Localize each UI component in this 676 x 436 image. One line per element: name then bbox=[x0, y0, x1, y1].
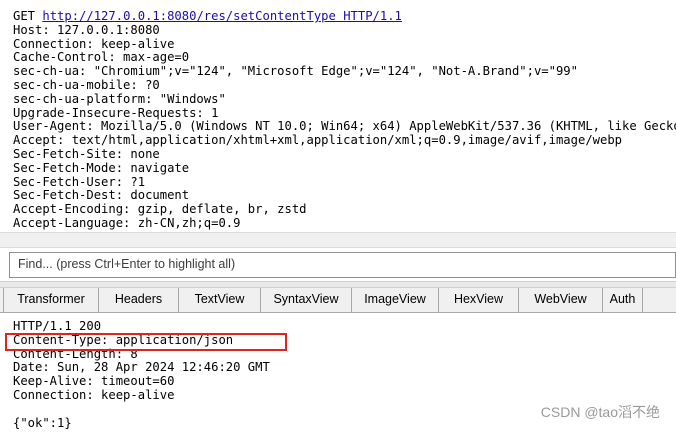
request-line: Sec-Fetch-Mode: navigate bbox=[13, 160, 190, 175]
request-line: Accept-Encoding: gzip, deflate, br, zstd bbox=[13, 202, 307, 217]
request-line: User-Agent: Mozilla/5.0 (Windows NT 10.0… bbox=[13, 119, 676, 134]
request-line: Cache-Control: max-age=0 bbox=[13, 50, 190, 65]
tab-imageview[interactable]: ImageView bbox=[352, 288, 439, 312]
request-line: Sec-Fetch-Site: none bbox=[13, 146, 160, 161]
request-line: Accept: text/html,application/xhtml+xml,… bbox=[13, 133, 623, 148]
find-input-placeholder[interactable]: Find... (press Ctrl+Enter to highlight a… bbox=[18, 257, 235, 271]
request-lines: GET http://127.0.0.1:8080/res/setContent… bbox=[13, 9, 676, 231]
tab-textview[interactable]: TextView bbox=[179, 288, 261, 312]
request-line: sec-ch-ua-mobile: ?0 bbox=[13, 77, 160, 92]
request-url-link[interactable]: http://127.0.0.1:8080/res/setContentType… bbox=[42, 9, 402, 23]
response-line: {"ok":1} bbox=[13, 415, 72, 430]
request-line: Connection: keep-alive bbox=[13, 36, 175, 51]
response-line: Keep-Alive: timeout=60 bbox=[13, 374, 175, 389]
request-method: GET bbox=[13, 9, 43, 23]
tab-webview[interactable]: WebView bbox=[519, 288, 603, 312]
response-line: Connection: keep-alive bbox=[13, 387, 175, 402]
content-type-highlight-box bbox=[5, 333, 287, 351]
tab-transformer[interactable]: Transformer bbox=[3, 288, 99, 312]
tab-auth[interactable]: Auth bbox=[603, 288, 643, 312]
request-line: Sec-Fetch-Dest: document bbox=[13, 188, 190, 203]
response-line: Date: Sun, 28 Apr 2024 12:46:20 GMT bbox=[13, 360, 270, 375]
tab-hexview[interactable]: HexView bbox=[439, 288, 519, 312]
request-line: Sec-Fetch-User: ?1 bbox=[13, 174, 146, 189]
request-line: Upgrade-Insecure-Requests: 1 bbox=[13, 105, 219, 120]
tab-headers[interactable]: Headers bbox=[99, 288, 179, 312]
request-raw-view[interactable]: GET http://127.0.0.1:8080/res/setContent… bbox=[0, 0, 676, 232]
request-line: Accept-Language: zh-CN,zh;q=0.9 bbox=[13, 215, 241, 230]
response-line bbox=[13, 403, 270, 417]
find-bar[interactable]: Find... (press Ctrl+Enter to highlight a… bbox=[9, 252, 676, 278]
request-line: GET http://127.0.0.1:8080/res/setContent… bbox=[13, 9, 676, 24]
tab-syntaxview[interactable]: SyntaxView bbox=[261, 288, 352, 312]
request-line: sec-ch-ua: "Chromium";v="124", "Microsof… bbox=[13, 64, 578, 79]
horizontal-scrollbar[interactable] bbox=[0, 232, 676, 248]
pane-splitter[interactable] bbox=[0, 281, 676, 288]
response-line: HTTP/1.1 200 bbox=[13, 319, 102, 333]
watermark: CSDN @tao滔不绝 bbox=[540, 404, 660, 420]
response-tab-strip: Transformer Headers TextView SyntaxView Imag… bbox=[0, 288, 676, 313]
request-line: sec-ch-ua-platform: "Windows" bbox=[13, 91, 226, 106]
request-line: Host: 127.0.0.1:8080 bbox=[13, 22, 160, 37]
